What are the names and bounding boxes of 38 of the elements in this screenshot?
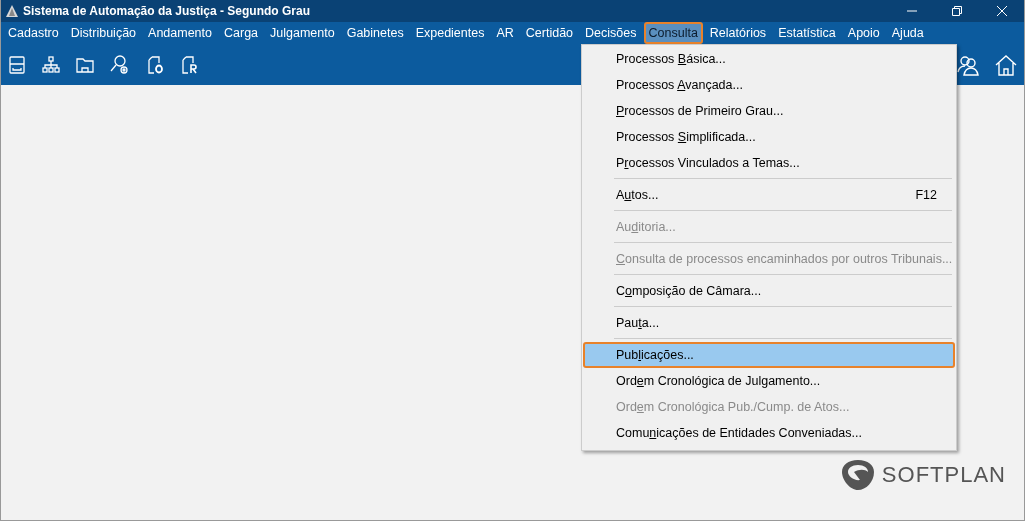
app-logo-icon <box>5 4 19 18</box>
menu-item[interactable]: Estatística <box>773 22 841 44</box>
menu-item[interactable]: Andamento <box>143 22 217 44</box>
menu-option[interactable]: Processos de Primeiro Grau... <box>583 98 955 124</box>
close-icon[interactable] <box>996 5 1008 17</box>
menu-item[interactable]: AR <box>491 22 519 44</box>
menu-item[interactable]: Cadastro <box>3 22 64 44</box>
document-r-icon[interactable] <box>179 54 199 75</box>
menu-option[interactable]: Pauta... <box>583 310 955 336</box>
menu-option[interactable]: Processos Simplificada... <box>583 124 955 150</box>
menu-option[interactable]: Comunicações de Entidades Conveniadas... <box>583 420 955 446</box>
restore-icon[interactable] <box>951 5 963 17</box>
menu-item[interactable]: Certidão <box>520 22 579 44</box>
menu-item[interactable]: Distribuição <box>65 22 142 44</box>
logo-text: SOFTPLAN <box>881 462 1006 488</box>
menu-item[interactable]: Consulta <box>643 22 703 44</box>
softplan-logo-icon <box>839 458 876 492</box>
menu-item[interactable]: Relatórios <box>704 22 772 44</box>
tray-icon[interactable] <box>7 54 27 75</box>
menu-item[interactable]: Expedientes <box>410 22 490 44</box>
menu-item[interactable]: Decisões <box>580 22 642 44</box>
menu-option[interactable]: Processos Vinculados a Temas... <box>583 150 955 176</box>
menu-item[interactable]: Gabinetes <box>341 22 409 44</box>
hierarchy-icon[interactable] <box>41 54 61 75</box>
menu-item[interactable]: Carga <box>219 22 264 44</box>
menu-item[interactable]: Apoio <box>842 22 885 44</box>
menu-item[interactable]: Julgamento <box>265 22 340 44</box>
menu-option[interactable]: Ordem Cronológica de Julgamento... <box>583 368 955 394</box>
menu-option[interactable]: Processos Avançada... <box>583 72 955 98</box>
document-o-icon[interactable] <box>145 54 165 75</box>
menu-option[interactable]: Autos... F12 <box>583 182 955 208</box>
home-icon[interactable] <box>994 53 1018 76</box>
users-icon[interactable] <box>956 53 980 76</box>
window-title: Sistema de Automação da Justiça - Segundo Grau <box>23 4 310 18</box>
menu-option[interactable]: Composição de Câmara... <box>583 278 955 304</box>
menu-option[interactable]: Publicações... <box>583 342 955 368</box>
search-settings-icon[interactable] <box>109 53 131 76</box>
menu-item[interactable]: Ajuda <box>886 22 929 44</box>
